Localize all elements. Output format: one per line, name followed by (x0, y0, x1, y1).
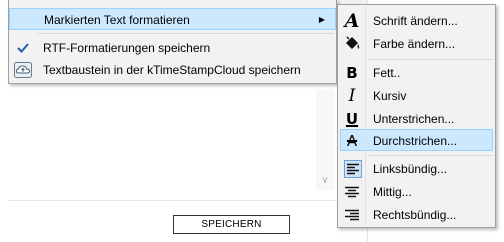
align-right-icon (342, 205, 362, 225)
strikethrough-icon: A (346, 132, 358, 150)
submenu-item-label: Rechtsbündig... (373, 208, 457, 222)
submenu-item-label: Schrift ändern... (373, 14, 458, 28)
menu-separator (368, 59, 493, 60)
scroll-down-icon[interactable]: ∨ (316, 173, 334, 189)
submenu-item-label: Fett.. (373, 66, 401, 80)
submenu-item-label: Farbe ändern... (373, 37, 456, 51)
format-submenu: A Schrift ändern... Farbe ändern... B Fe… (337, 4, 496, 228)
font-icon: A (344, 10, 360, 32)
cloud-upload-icon (13, 60, 33, 80)
menu-item-label: Textbaustein in der kTimeStampCloud spei… (43, 63, 301, 77)
menu-item-save-rtf-formatting[interactable]: RTF-Formatierungen speichern (9, 37, 336, 59)
align-left-icon (344, 160, 362, 178)
submenu-item-align-left[interactable]: Linksbündig... (340, 158, 493, 180)
submenu-item-align-center[interactable]: Mittig... (340, 181, 493, 203)
submenu-item-change-color[interactable]: Farbe ändern... (340, 33, 493, 55)
submenu-item-label: Linksbündig... (373, 162, 448, 176)
divider (8, 200, 338, 201)
app-left-edge (0, 0, 8, 242)
submenu-item-align-right[interactable]: Rechtsbündig... (340, 204, 493, 226)
bold-icon: B (346, 64, 358, 82)
menu-separator (368, 155, 493, 156)
menu-separator (37, 33, 334, 34)
submenu-item-change-font[interactable]: A Schrift ändern... (340, 10, 493, 32)
submenu-item-strikethrough[interactable]: A Durchstrichen... (340, 129, 493, 151)
submenu-item-italic[interactable]: I Kursiv (340, 85, 493, 107)
submenu-item-label: Kursiv (373, 89, 407, 103)
menu-item-format-selected-text[interactable]: Markierten Text formatieren ▶ (9, 8, 336, 30)
checkmark-icon (13, 38, 33, 58)
menu-item-label: Markierten Text formatieren (44, 13, 190, 27)
menu-item-save-to-cloud[interactable]: Textbaustein in der kTimeStampCloud spei… (9, 59, 336, 81)
submenu-item-label: Mittig... (373, 185, 412, 199)
submenu-arrow-icon: ▶ (318, 15, 325, 24)
menu-item-label: RTF-Formatierungen speichern (43, 41, 211, 55)
context-menu: Markierten Text formatieren ▶ RTF-Format… (8, 0, 337, 84)
submenu-item-label: Unterstrichen... (373, 112, 455, 126)
underline-icon: U (345, 110, 359, 128)
align-center-icon (342, 182, 362, 202)
submenu-item-underline[interactable]: U Unterstrichen... (340, 108, 493, 130)
italic-icon: I (348, 86, 356, 106)
save-button[interactable]: SPEICHERN (173, 215, 290, 234)
paint-bucket-icon (342, 34, 362, 54)
submenu-item-label: Durchstrichen... (373, 134, 458, 148)
submenu-item-bold[interactable]: B Fett.. (340, 62, 493, 84)
